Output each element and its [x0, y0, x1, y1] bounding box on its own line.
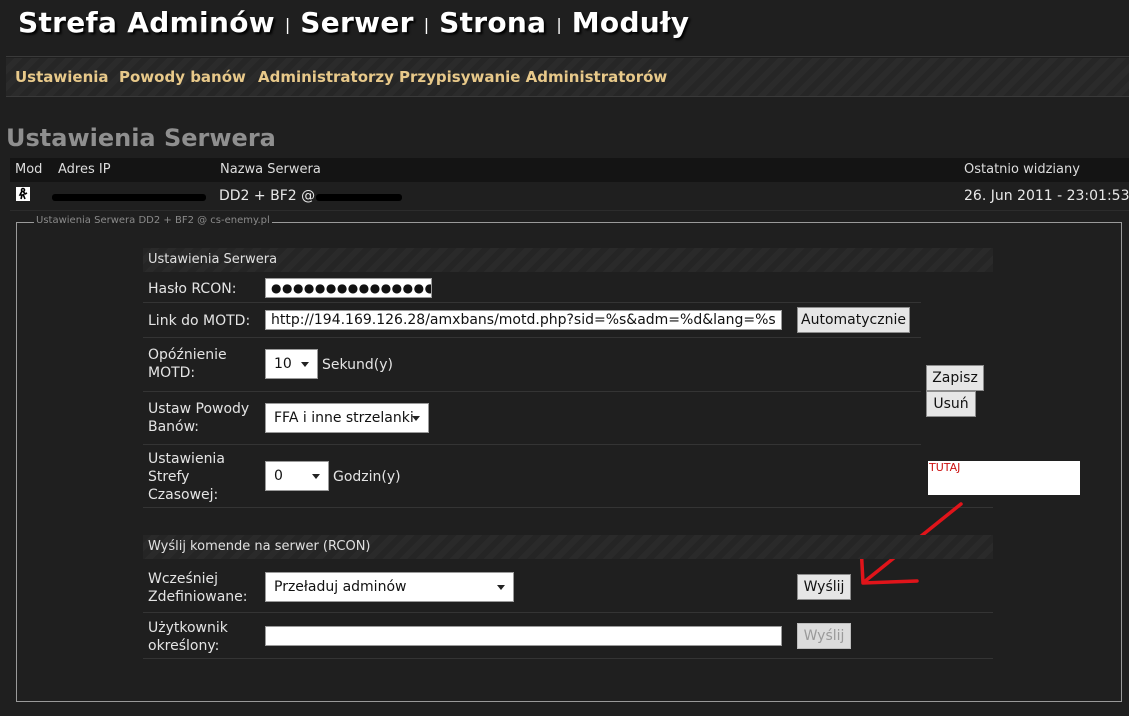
chevron-down-icon — [412, 416, 420, 421]
chevron-down-icon — [497, 585, 505, 590]
last-seen-value: 26. Jun 2011 - 23:01:53 — [964, 188, 1129, 204]
timezone-select[interactable]: 0 — [265, 461, 329, 491]
settings-section-header: Ustawienia Serwera — [143, 248, 993, 272]
chevron-down-icon — [301, 362, 309, 367]
nav-server[interactable]: Serwer — [300, 6, 413, 39]
column-last-seen: Ostatnio widziany — [964, 162, 1080, 177]
column-mod: Mod — [15, 162, 43, 177]
main-nav: Strefa Adminów | Serwer | Strona | Moduły — [18, 6, 689, 46]
page-title: Ustawienia Serwera — [6, 124, 276, 152]
timezone-label-line: Czasowej: — [148, 487, 219, 503]
annotation-box: TUTAJ — [928, 461, 1080, 495]
predefined-commands-label: Wcześniej Zdefiniowane: — [148, 570, 247, 606]
timezone-label-line: Strefy — [148, 469, 190, 485]
timezone-label: Ustawienia Strefy Czasowej: — [148, 450, 225, 504]
motd-delay-value: 10 — [274, 356, 292, 372]
predefined-label-line: Wcześniej — [148, 571, 219, 587]
header-divider — [6, 56, 1129, 57]
timezone-unit: Godzin(y) — [333, 469, 401, 485]
subnav-ban-reasons[interactable]: Powody banów — [119, 68, 246, 86]
send-custom-button[interactable]: Wyślij — [797, 623, 851, 649]
nav-modules[interactable]: Moduły — [572, 6, 690, 39]
row-divider — [143, 444, 921, 445]
ban-reasons-label-line: Banów: — [148, 419, 200, 435]
predefined-label-line: Zdefiniowane: — [148, 589, 248, 605]
nav-admin-zone[interactable]: Strefa Adminów — [18, 6, 275, 39]
timezone-value: 0 — [274, 468, 283, 484]
row-divider — [143, 337, 921, 338]
motd-delay-select[interactable]: 10 — [265, 349, 318, 379]
sub-nav: Ustawienia Powody banów Administratorzy … — [6, 58, 1129, 97]
rcon-section-header: Wyślij komende na serwer (RCON) — [143, 535, 993, 559]
server-name-redacted — [316, 194, 402, 201]
subnav-settings[interactable]: Ustawienia — [15, 68, 109, 86]
server-table-header: Mod Adres IP Nazwa Serwera Ostatnio widz… — [10, 158, 1129, 182]
column-ip: Adres IP — [58, 162, 111, 177]
custom-label-line: Użytkownik — [148, 620, 228, 636]
predefined-command-select[interactable]: Przeładuj adminów — [265, 572, 514, 602]
column-server-name: Nazwa Serwera — [220, 162, 321, 177]
custom-command-input[interactable] — [265, 626, 782, 646]
motd-delay-label-line: MOTD: — [148, 365, 196, 381]
server-table-row[interactable]: DD2 + BF2 @ 26. Jun 2011 - 23:01:53 — [10, 183, 1129, 211]
row-divider — [143, 658, 993, 659]
motd-delay-unit: Sekund(y) — [322, 357, 394, 373]
row-divider — [143, 302, 921, 303]
motd-delay-label: Opóźnienie MOTD: — [148, 346, 227, 382]
mod-icon — [16, 187, 30, 201]
rcon-password-label: Hasło RCON: — [148, 281, 237, 297]
fieldset-legend: Ustawienia Serwera DD2 + BF2 @ cs-enemy.… — [34, 215, 272, 226]
motd-delay-label-line: Opóźnienie — [148, 347, 227, 363]
ban-reasons-label: Ustaw Powody Banów: — [148, 400, 249, 436]
timezone-label-line: Ustawienia — [148, 451, 225, 467]
nav-separator: | — [423, 15, 430, 34]
ban-reasons-label-line: Ustaw Powody — [148, 401, 250, 417]
motd-link-input[interactable]: http://194.169.126.28/amxbans/motd.php?s… — [265, 310, 782, 330]
server-name-prefix: DD2 + BF2 @ — [219, 188, 316, 204]
delete-button[interactable]: Usuń — [926, 391, 976, 417]
custom-command-label: Użytkownik określony: — [148, 619, 228, 655]
custom-label-line: określony: — [148, 638, 220, 654]
annotation-text: TUTAJ — [929, 461, 961, 474]
ip-redacted — [52, 194, 206, 201]
row-divider — [143, 612, 993, 613]
send-predefined-button[interactable]: Wyślij — [797, 574, 851, 600]
ban-reasons-select[interactable]: FFA i inne strzelanki — [265, 403, 429, 433]
rcon-section-title: Wyślij komende na serwer (RCON) — [148, 539, 371, 554]
subnav-admin-assignment[interactable]: Przypisywanie Administratorów — [399, 68, 667, 86]
subnav-administrators[interactable]: Administratorzy — [258, 68, 394, 86]
auto-motd-button[interactable]: Automatycznie — [797, 307, 910, 333]
nav-separator: | — [556, 15, 562, 34]
chevron-down-icon — [312, 474, 320, 479]
row-divider — [143, 391, 921, 392]
motd-link-label: Link do MOTD: — [148, 313, 251, 329]
rcon-password-input[interactable]: ●●●●●●●●●●●●●●●●● — [265, 278, 432, 298]
nav-site[interactable]: Strona — [439, 6, 546, 39]
predefined-command-value: Przeładuj adminów — [274, 579, 407, 595]
nav-separator: | — [284, 15, 291, 34]
save-button[interactable]: Zapisz — [926, 365, 984, 391]
settings-section-title: Ustawienia Serwera — [148, 252, 278, 267]
ban-reasons-value: FFA i inne strzelanki — [274, 410, 414, 426]
